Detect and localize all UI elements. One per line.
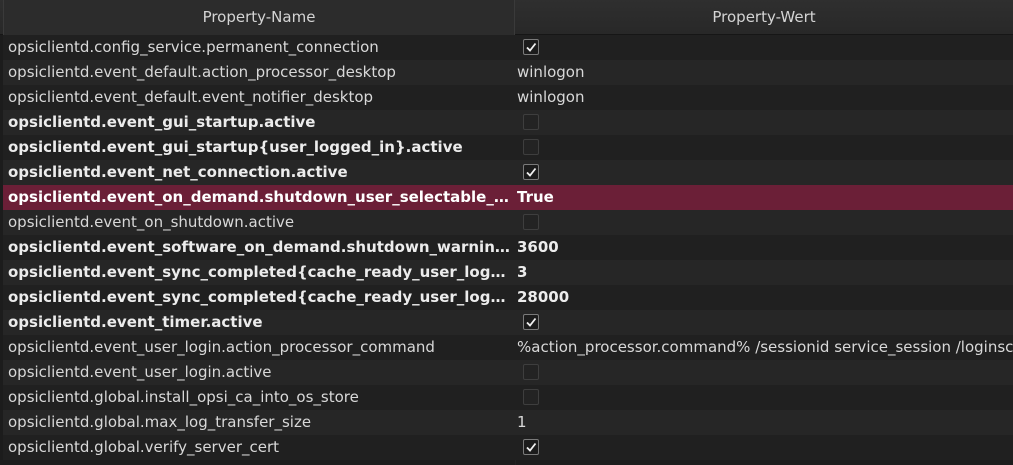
table-row[interactable]: opsiclientd.event_on_demand.shutdown_use… <box>3 185 1013 210</box>
property-value-cell[interactable]: %action_processor.command% /sessionid se… <box>517 335 1013 360</box>
unchecked-checkbox[interactable] <box>523 364 539 380</box>
checked-checkbox[interactable] <box>523 39 539 55</box>
property-name-cell: opsiclientd.event_gui_startup{user_logge… <box>8 138 463 156</box>
property-name-cell: opsiclientd.event_on_shutdown.active <box>8 213 295 231</box>
checkmark-icon <box>526 42 537 52</box>
table-row[interactable]: opsiclientd.config_service.permanent_con… <box>3 35 1013 60</box>
property-value-cell[interactable]: 1 <box>517 410 1013 435</box>
property-value-cell[interactable]: 3600 <box>517 235 1013 260</box>
property-table: Property-Name Property-Wert opsiclientd.… <box>0 0 1013 465</box>
checked-checkbox[interactable] <box>523 314 539 330</box>
checkmark-icon <box>526 167 537 177</box>
table-row[interactable]: opsiclientd.event_sync_completed{cache_r… <box>3 285 1013 310</box>
property-name-cell: opsiclientd.event_timer.active <box>8 313 263 331</box>
table-row[interactable]: opsiclientd.event_net_connection.active <box>3 160 1013 185</box>
property-name-cell: opsiclientd.global.install_opsi_ca_into_… <box>8 388 359 406</box>
property-name-cell: opsiclientd.event_on_demand.shutdown_use… <box>8 188 511 206</box>
property-name-cell: opsiclientd.global.verify_server_cert <box>8 438 280 456</box>
table-header: Property-Name Property-Wert <box>0 0 1013 35</box>
unchecked-checkbox[interactable] <box>523 139 539 155</box>
table-row[interactable]: opsiclientd.event_gui_startup.active <box>3 110 1013 135</box>
table-row[interactable]: opsiclientd.global.verify_server_cert <box>3 435 1013 460</box>
property-name-cell: opsiclientd.event_user_login.action_proc… <box>8 338 435 356</box>
checked-checkbox[interactable] <box>523 439 539 455</box>
property-name-cell: opsiclientd.global.max_log_transfer_size <box>8 413 312 431</box>
table-row[interactable]: opsiclientd.event_sync_completed{cache_r… <box>3 260 1013 285</box>
property-name-cell: opsiclientd.event_software_on_demand.shu… <box>8 238 511 256</box>
property-name-cell: opsiclientd.event_sync_completed{cache_r… <box>8 263 511 281</box>
property-name-cell: opsiclientd.event_net_connection.active <box>8 163 348 181</box>
table-row[interactable]: opsiclientd.event_timer.active <box>3 310 1013 335</box>
unchecked-checkbox[interactable] <box>523 114 539 130</box>
table-row[interactable]: opsiclientd.event_user_login.action_proc… <box>3 335 1013 360</box>
property-name-cell: opsiclientd.event_sync_completed{cache_r… <box>8 288 511 306</box>
unchecked-checkbox[interactable] <box>523 214 539 230</box>
checkmark-icon <box>526 317 537 327</box>
table-body: opsiclientd.config_service.permanent_con… <box>3 35 1013 460</box>
property-value-cell[interactable]: 3 <box>517 260 1013 285</box>
property-name-cell: opsiclientd.event_user_login.active <box>8 363 272 381</box>
table-row[interactable]: opsiclientd.event_gui_startup{user_logge… <box>3 135 1013 160</box>
table-row[interactable]: opsiclientd.global.max_log_transfer_size… <box>3 410 1013 435</box>
property-name-cell: opsiclientd.event_default.action_process… <box>8 63 396 81</box>
checked-checkbox[interactable] <box>523 164 539 180</box>
property-value-cell[interactable]: winlogon <box>517 60 1013 85</box>
table-row[interactable]: opsiclientd.event_software_on_demand.shu… <box>3 235 1013 260</box>
table-row[interactable]: opsiclientd.global.install_opsi_ca_into_… <box>3 385 1013 410</box>
table-row[interactable]: opsiclientd.event_on_shutdown.active <box>3 210 1013 235</box>
table-row[interactable]: opsiclientd.event_default.action_process… <box>3 60 1013 85</box>
property-value-cell[interactable]: True <box>517 185 1013 210</box>
property-name-cell: opsiclientd.event_default.event_notifier… <box>8 88 374 106</box>
property-name-cell: opsiclientd.event_gui_startup.active <box>8 113 316 131</box>
checkmark-icon <box>526 442 537 452</box>
column-header-property-name[interactable]: Property-Name <box>3 0 515 35</box>
property-value-cell[interactable]: 28000 <box>517 285 1013 310</box>
column-header-property-value[interactable]: Property-Wert <box>515 0 1013 35</box>
property-value-cell[interactable]: winlogon <box>517 85 1013 110</box>
table-row[interactable]: opsiclientd.event_default.event_notifier… <box>3 85 1013 110</box>
property-name-cell: opsiclientd.config_service.permanent_con… <box>8 38 379 56</box>
unchecked-checkbox[interactable] <box>523 389 539 405</box>
table-row[interactable]: opsiclientd.event_user_login.active <box>3 360 1013 385</box>
